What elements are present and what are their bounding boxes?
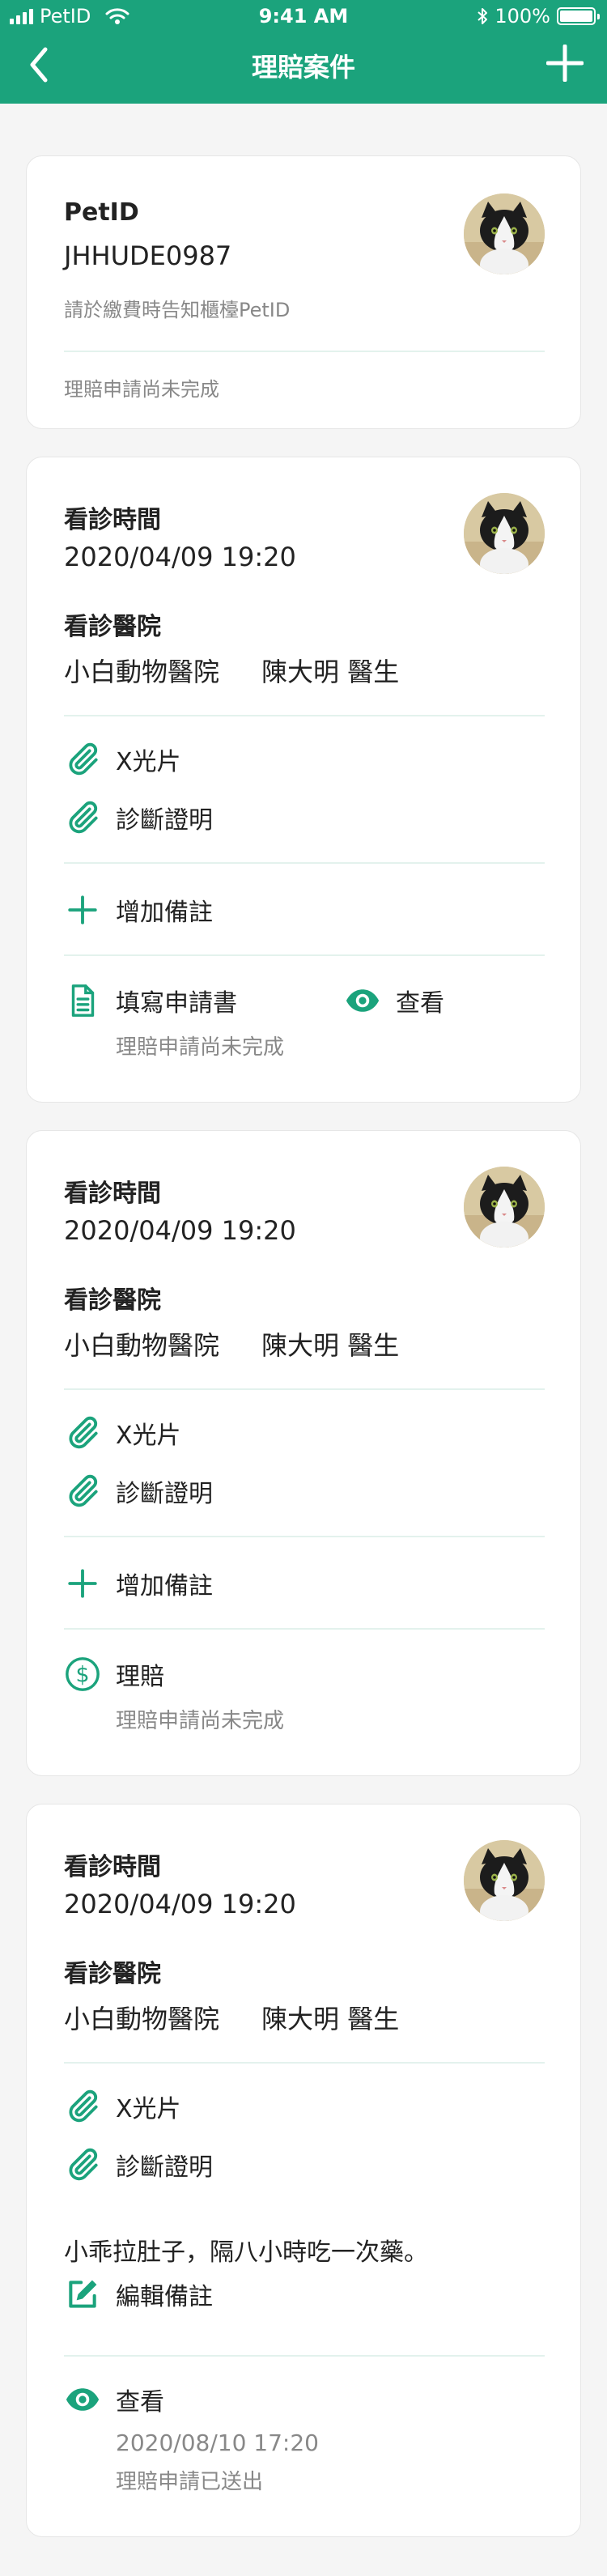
petid-hint: 請於繳費時告知櫃檯PetID	[64, 299, 291, 321]
doctor-name: 陳大明 醫生	[261, 2004, 400, 2034]
divider	[64, 1388, 545, 1390]
eye-icon	[64, 2381, 101, 2418]
visit-time-label: 看診時間	[64, 506, 161, 534]
add-note-button[interactable]: 增加備註	[64, 1565, 213, 1602]
edit-icon	[64, 2276, 101, 2313]
claim-status: 理賠申請已送出	[116, 2470, 264, 2494]
hospital-row: 小白動物醫院 陳大明 醫生	[64, 652, 399, 689]
view-button[interactable]: 查看	[344, 982, 444, 1019]
attachment-diagnosis[interactable]: 診斷證明	[64, 2146, 213, 2183]
paperclip-icon	[64, 741, 101, 778]
add-note-label: 增加備註	[116, 899, 213, 927]
cat-avatar	[464, 193, 545, 274]
case-card: 看診時間 2020/04/09 19:20 看診醫院 小白動物醫院 陳大明 醫生…	[26, 1804, 581, 2537]
divider	[64, 1536, 545, 1537]
status-right: 100%	[477, 5, 600, 28]
page-title: 理賠案件	[251, 52, 355, 83]
hospital-row: 小白動物醫院 陳大明 醫生	[64, 1325, 399, 1362]
hospital-label: 看診醫院	[64, 1960, 161, 1988]
add-icon	[546, 45, 584, 82]
attachment-xray[interactable]: X光片	[64, 2088, 181, 2125]
claim-status: 理賠申請尚未完成	[116, 1035, 285, 1060]
visit-time-value: 2020/04/09 19:20	[64, 1889, 296, 1919]
paperclip-icon	[64, 1414, 101, 1452]
attachment-label: X光片	[116, 1422, 181, 1450]
attachment-xray[interactable]: X光片	[64, 1414, 181, 1452]
visit-time-value: 2020/04/09 19:20	[64, 542, 296, 572]
hospital-name: 小白動物醫院	[64, 2004, 220, 2034]
attachment-label: 診斷證明	[116, 806, 213, 835]
cat-avatar	[464, 493, 545, 574]
battery-fill	[560, 11, 592, 22]
document-icon	[64, 982, 101, 1019]
battery-icon	[557, 7, 600, 25]
battery-percent: 100%	[495, 5, 550, 28]
case-card: 看診時間 2020/04/09 19:20 看診醫院 小白動物醫院 陳大明 醫生…	[26, 457, 581, 1103]
plus-icon	[64, 891, 101, 929]
edit-note-button[interactable]: 編輯備註	[64, 2276, 213, 2313]
petid-value: JHHUDE0987	[64, 240, 232, 271]
divider	[64, 351, 545, 352]
plus-icon	[64, 1565, 101, 1602]
add-note-label: 增加備註	[116, 1572, 213, 1600]
view-label: 查看	[396, 989, 444, 1018]
petid-card: PetID JHHUDE0987 請於繳費時告知櫃檯PetID 理賠申請尚未完成	[26, 155, 581, 429]
divider	[64, 2062, 545, 2064]
add-case-button[interactable]	[542, 40, 588, 86]
claim-status: 理賠申請尚未完成	[64, 378, 219, 401]
attachment-label: 診斷證明	[116, 1480, 213, 1508]
claim-button[interactable]: 理賠	[64, 1656, 164, 1693]
hospital-name: 小白動物醫院	[64, 657, 220, 687]
petid-label: PetID	[64, 198, 139, 227]
attachment-diagnosis[interactable]: 診斷證明	[64, 1473, 213, 1510]
paperclip-icon	[64, 2088, 101, 2125]
attachment-xray[interactable]: X光片	[64, 741, 181, 778]
divider	[64, 862, 545, 864]
cat-avatar	[464, 1167, 545, 1248]
pet-avatar	[464, 1840, 545, 1921]
visit-time-label: 看診時間	[64, 1853, 161, 1881]
cat-avatar	[464, 1840, 545, 1921]
attachment-label: X光片	[116, 748, 181, 776]
divider	[64, 1628, 545, 1630]
view-label: 查看	[116, 2388, 164, 2417]
bluetooth-icon	[478, 8, 488, 24]
attachment-diagnosis[interactable]: 診斷證明	[64, 799, 213, 836]
visit-time-label: 看診時間	[64, 1180, 161, 1208]
doctor-name: 陳大明 醫生	[261, 1330, 400, 1361]
hospital-label: 看診醫院	[64, 1286, 161, 1315]
case-card: 看診時間 2020/04/09 19:20 看診醫院 小白動物醫院 陳大明 醫生…	[26, 1130, 581, 1776]
claim-label: 理賠	[116, 1663, 164, 1691]
claim-status: 理賠申請尚未完成	[116, 1709, 285, 1733]
add-note-button[interactable]: 增加備註	[64, 891, 213, 929]
divider	[64, 715, 545, 716]
visit-time-value: 2020/04/09 19:20	[64, 1215, 296, 1246]
attachment-label: X光片	[116, 2095, 181, 2123]
doctor-name: 陳大明 醫生	[261, 657, 400, 687]
fill-form-button[interactable]: 填寫申請書	[64, 982, 237, 1019]
note-text: 小乖拉肚子，隔八小時吃一次藥。	[64, 2238, 428, 2267]
dollar-icon	[64, 1656, 101, 1693]
paperclip-icon	[64, 2146, 101, 2183]
view-button[interactable]: 查看	[64, 2381, 164, 2418]
paperclip-icon	[64, 1473, 101, 1510]
paperclip-icon	[64, 799, 101, 836]
submitted-time: 2020/08/10 17:20	[116, 2429, 319, 2456]
app-header: PetID 9:41 AM 100% 理賠案件	[0, 0, 607, 104]
hospital-name: 小白動物醫院	[64, 1330, 220, 1361]
edit-note-label: 編輯備註	[116, 2283, 213, 2311]
pet-avatar	[464, 493, 545, 574]
hospital-label: 看診醫院	[64, 613, 161, 641]
divider	[64, 954, 545, 956]
eye-icon	[344, 982, 381, 1019]
pet-avatar	[464, 193, 545, 274]
attachment-label: 診斷證明	[116, 2153, 213, 2182]
hospital-row: 小白動物醫院 陳大明 醫生	[64, 1999, 399, 2036]
status-bar: PetID 9:41 AM 100%	[0, 0, 607, 32]
pet-avatar	[464, 1167, 545, 1248]
fill-form-label: 填寫申請書	[116, 989, 237, 1018]
divider	[64, 2355, 545, 2357]
